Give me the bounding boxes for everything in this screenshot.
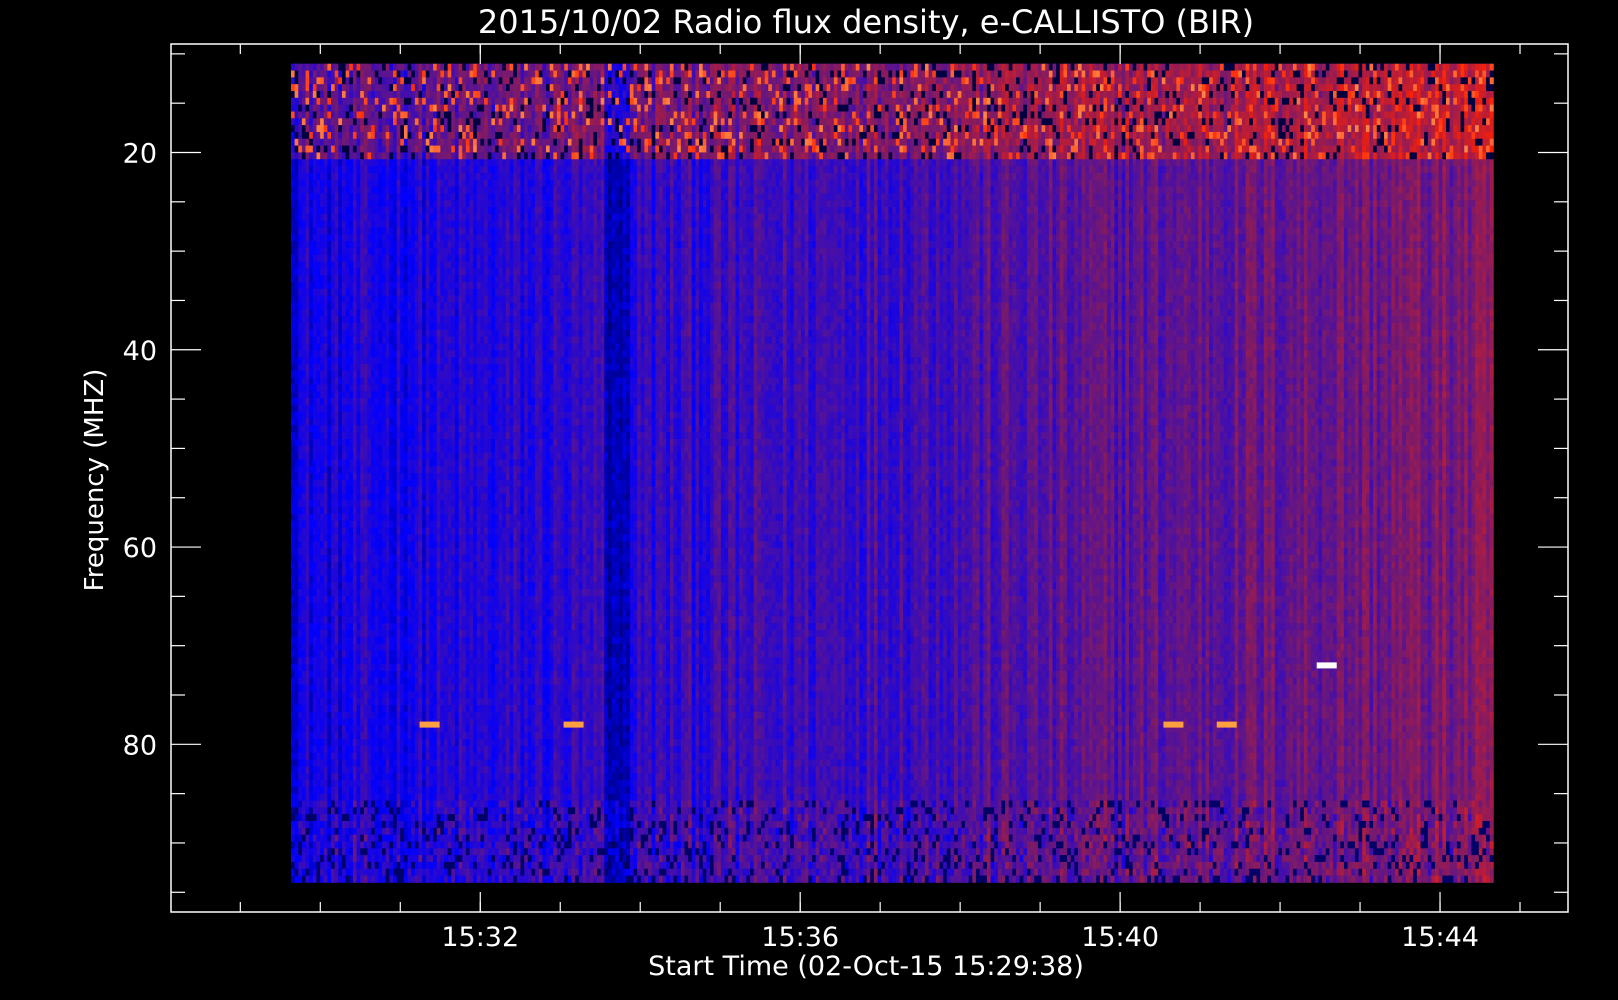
- x-tick-labels: 15:32 15:36 15:40 15:44: [441, 922, 1479, 953]
- spike-mark: [1163, 722, 1183, 728]
- x-tick-label: 15:36: [761, 922, 839, 953]
- spectrogram-figure: 2015/10/02 Radio flux density, e-CALLIST…: [0, 0, 1618, 1000]
- chart-title: 2015/10/02 Radio flux density, e-CALLIST…: [478, 3, 1254, 41]
- y-tick-labels: 20 40 60 80: [123, 139, 157, 762]
- y-axis-label: Frequency (MHZ): [80, 369, 110, 592]
- x-tick-label: 15:40: [1081, 922, 1159, 953]
- y-tick-label: 40: [123, 336, 157, 367]
- x-tick-label: 15:32: [441, 922, 519, 953]
- spike-mark: [1217, 722, 1237, 728]
- y-tick-label: 60: [123, 533, 157, 564]
- spike-mark: [420, 722, 440, 728]
- x-tick-label: 15:44: [1401, 922, 1479, 953]
- spike-mark: [564, 722, 584, 728]
- spectrogram-image: [291, 64, 1494, 883]
- y-tick-label: 80: [123, 730, 157, 761]
- spectrogram-chart: 2015/10/02 Radio flux density, e-CALLIST…: [0, 0, 1618, 1000]
- x-axis-label: Start Time (02-Oct-15 15:29:38): [648, 951, 1084, 982]
- spike-mark: [1317, 662, 1337, 668]
- y-tick-label: 20: [123, 139, 157, 170]
